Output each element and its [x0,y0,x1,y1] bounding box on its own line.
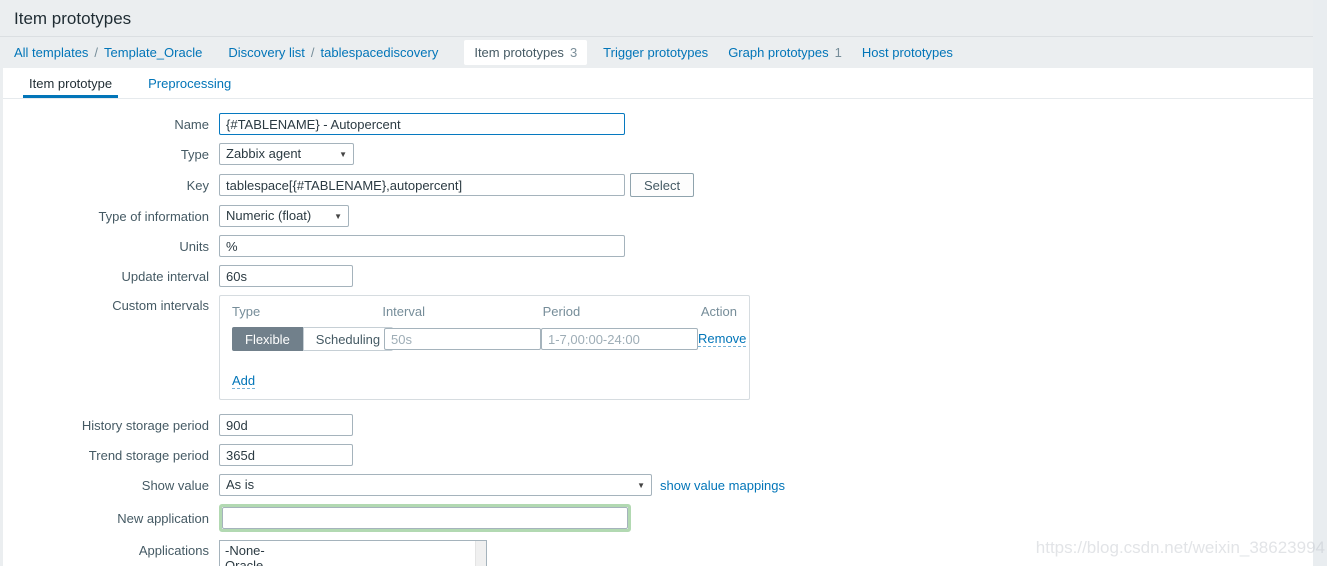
applications-listbox[interactable]: -None- Oracle Tablespace [219,540,487,566]
breadcrumb-link-discovery-list[interactable]: Discovery list [228,45,305,60]
listbox-scrollbar[interactable] [475,541,486,566]
show-value-label: Show value [3,478,209,493]
column-header-action: Action [701,304,737,319]
form-row-update-interval: Update interval [3,265,1313,287]
new-application-highlight [219,504,631,532]
scheduling-button[interactable]: Scheduling [303,327,393,351]
type-of-information-label: Type of information [3,209,209,224]
nav-host-prototypes[interactable]: Host prototypes [862,45,953,60]
form-row-show-value: Show value As is ▼ show value mappings [3,474,1313,496]
interval-input[interactable] [384,328,541,350]
chevron-down-icon: ▼ [334,207,342,227]
form-row-type-of-information: Type of information Numeric (float) ▼ [3,205,1313,227]
units-label: Units [3,239,209,254]
update-interval-label: Update interval [3,269,209,284]
form-row-trends: Trend storage period [3,444,1313,466]
trend-storage-input[interactable] [219,444,353,466]
tab-item-prototype[interactable]: Item prototype [23,68,118,98]
custom-intervals-header: Type Interval Period Action [232,304,737,319]
chevron-down-icon: ▼ [339,145,347,165]
breadcrumb-link-tablespacediscovery[interactable]: tablespacediscovery [321,45,439,60]
tab-preprocessing[interactable]: Preprocessing [142,68,237,98]
type-select-value: Zabbix agent [226,146,301,161]
type-label: Type [3,147,209,162]
custom-intervals-label: Custom intervals [3,295,209,313]
page-header: Item prototypes [0,0,1327,36]
history-storage-label: History storage period [3,418,209,433]
type-of-information-value: Numeric (float) [226,208,311,223]
page-title: Item prototypes [14,9,1313,29]
column-header-interval: Interval [382,304,542,319]
column-header-type: Type [232,304,382,319]
update-interval-input[interactable] [219,265,353,287]
breadcrumb-group-discovery: Discovery list / tablespacediscovery [228,45,438,60]
column-header-period: Period [543,304,701,319]
remove-interval-link[interactable]: Remove [698,331,746,347]
show-value-selected: As is [226,477,254,492]
key-label: Key [3,178,209,193]
nav-item-prototypes-count: 3 [570,45,577,60]
name-label: Name [3,117,209,132]
new-application-label: New application [3,511,209,526]
custom-intervals-box: Type Interval Period Action Flexible Sch… [219,295,750,400]
form-row-applications: Applications -None- Oracle Tablespace [3,540,1313,566]
form-row-name: Name [3,113,1313,135]
page-scrollbar[interactable] [1313,0,1327,566]
period-input[interactable] [541,328,698,350]
key-select-button[interactable]: Select [630,173,694,197]
form-row-custom-intervals: Custom intervals Type Interval Period Ac… [3,295,1313,400]
breadcrumb-link-all-templates[interactable]: All templates [14,45,88,60]
breadcrumb-separator: / [311,45,315,60]
nav-graph-prototypes[interactable]: Graph prototypes1 [728,45,842,60]
applications-option-oracle[interactable]: Oracle [220,558,474,566]
show-value-mappings-link[interactable]: show value mappings [660,478,785,493]
interval-type-toggle: Flexible Scheduling [232,327,393,351]
show-value-select[interactable]: As is ▼ [219,474,652,496]
type-select[interactable]: Zabbix agent ▼ [219,143,354,165]
units-input[interactable] [219,235,625,257]
key-input[interactable] [219,174,625,196]
breadcrumb-separator: / [94,45,98,60]
form-row-key: Key Select [3,173,1313,197]
nav-trigger-prototypes[interactable]: Trigger prototypes [603,45,708,60]
form-tabs: Item prototype Preprocessing [3,68,1313,99]
nav-item-prototypes-label: Item prototypes [474,45,564,60]
item-prototype-form: Name Type Zabbix agent ▼ Key Select Type… [3,99,1313,566]
breadcrumb-link-template-oracle[interactable]: Template_Oracle [104,45,202,60]
trend-storage-label: Trend storage period [3,448,209,463]
form-row-history: History storage period [3,414,1313,436]
new-application-input[interactable] [222,507,628,529]
breadcrumb-group-templates: All templates / Template_Oracle [14,45,202,60]
form-row-units: Units [3,235,1313,257]
form-row-type: Type Zabbix agent ▼ [3,143,1313,165]
name-input[interactable] [219,113,625,135]
breadcrumb: All templates / Template_Oracle Discover… [0,37,1327,68]
flexible-button[interactable]: Flexible [232,327,303,351]
applications-label: Applications [3,540,209,558]
chevron-down-icon: ▼ [637,476,645,496]
add-interval-link[interactable]: Add [232,373,255,389]
content-panel: Item prototype Preprocessing Name Type Z… [3,68,1313,566]
nav-graph-prototypes-count: 1 [835,45,842,60]
applications-option-none[interactable]: -None- [220,543,474,558]
type-of-information-select[interactable]: Numeric (float) ▼ [219,205,349,227]
custom-interval-row: Flexible Scheduling Remove [232,327,737,351]
form-row-new-application: New application [3,504,1313,532]
nav-item-prototypes-selected[interactable]: Item prototypes 3 [464,40,587,65]
history-storage-input[interactable] [219,414,353,436]
